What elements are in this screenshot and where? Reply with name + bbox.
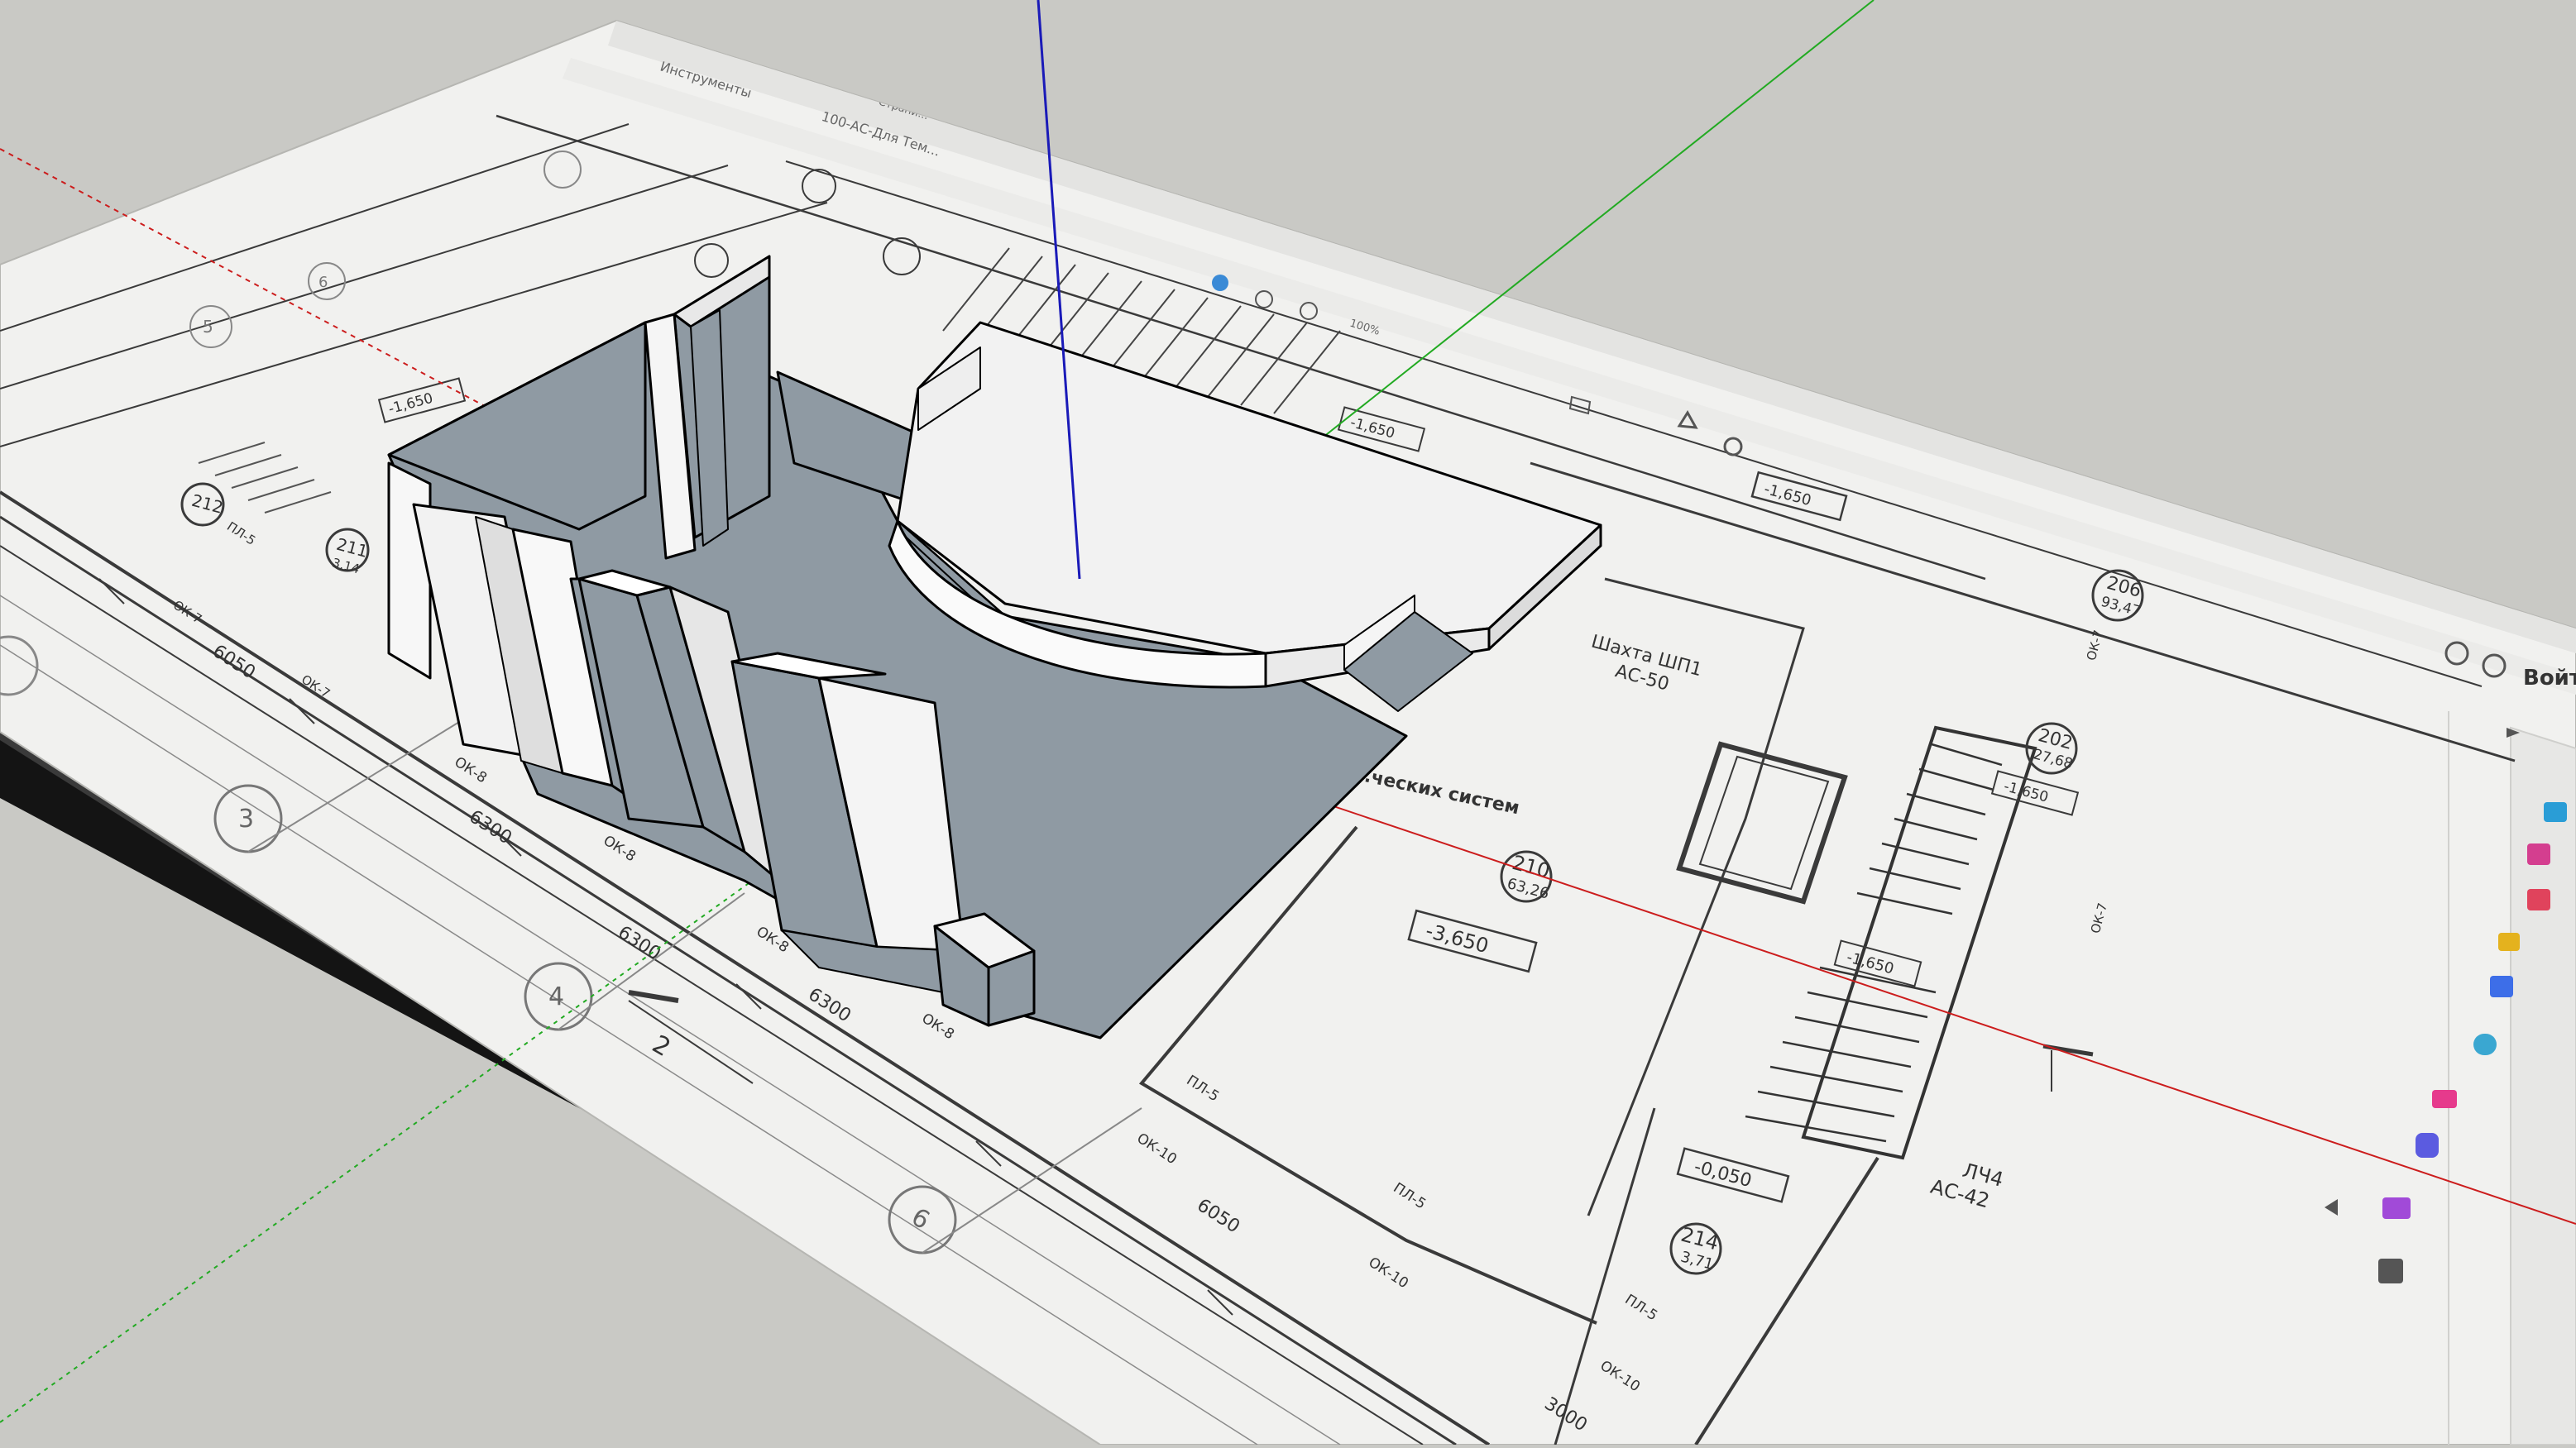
sign-icon[interactable] [2432, 1090, 2457, 1108]
svg-text:5: 5 [203, 317, 213, 337]
protect-icon[interactable] [2416, 1133, 2439, 1158]
document-icon[interactable] [2527, 843, 2550, 865]
svg-text:6: 6 [318, 274, 328, 291]
pdf-icon[interactable] [2527, 889, 2550, 910]
left-mass-side [387, 461, 432, 680]
sketchup-viewport[interactable]: 206 93,47 202 27,68 210 63,26 214 3,71 2… [0, 0, 2576, 1446]
hand-tool-icon[interactable] [1212, 275, 1228, 291]
text-field-icon[interactable] [2544, 802, 2567, 822]
fill-sign-icon[interactable] [2382, 1197, 2411, 1219]
sign-in-button[interactable]: Войт [2523, 666, 2576, 691]
comment-icon[interactable] [2498, 933, 2520, 951]
svg-text:3: 3 [238, 805, 254, 834]
right-sidebar [2510, 726, 2576, 1445]
tools-icon[interactable] [2378, 1259, 2403, 1283]
edit-icon[interactable] [2490, 976, 2513, 997]
svg-text:4: 4 [548, 982, 564, 1011]
compress-icon[interactable] [2473, 1034, 2497, 1055]
scene[interactable]: 206 93,47 202 27,68 210 63,26 214 3,71 2… [0, 0, 2576, 1446]
